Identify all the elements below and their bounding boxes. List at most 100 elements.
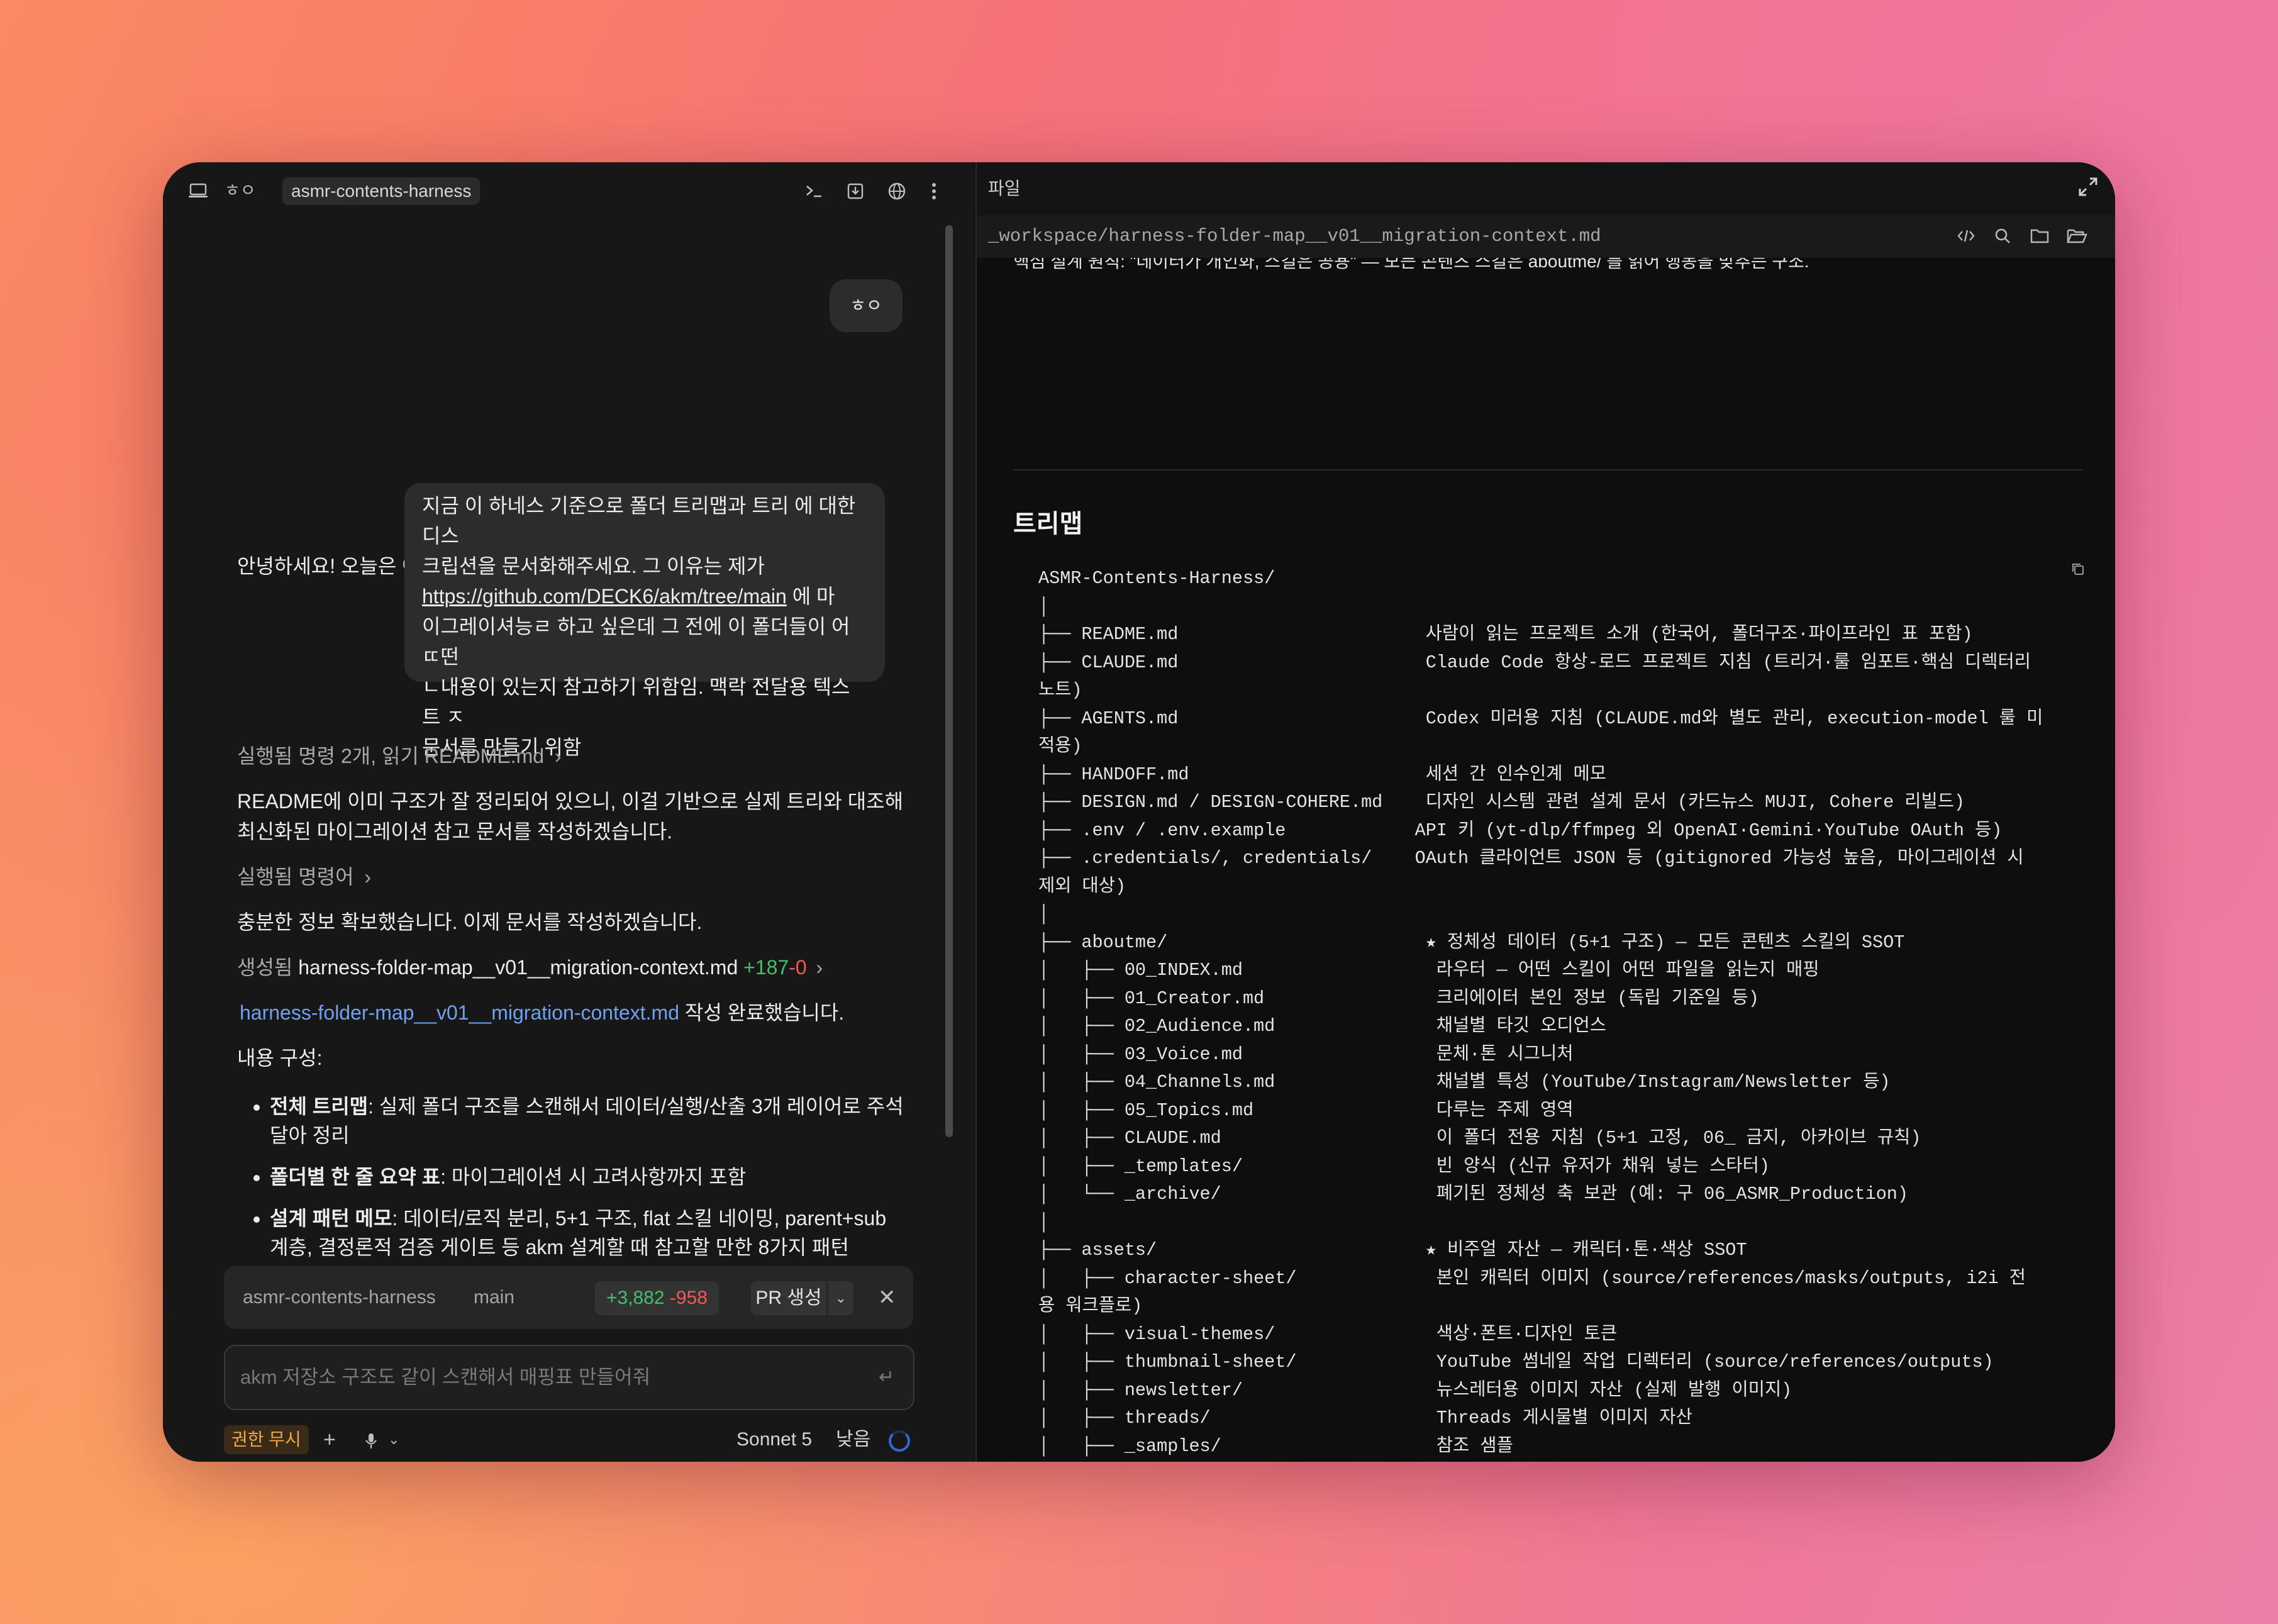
chat-input-placeholder: akm 저장소 구조도 같이 스캔해서 매핑표 만들어줘	[240, 1366, 651, 1388]
globe-icon[interactable]	[887, 162, 906, 219]
user-message-request: 지금 이 하네스 기준으로 폴더 트리맵과 트리 에 대한 디스 크립션을 문서…	[404, 483, 885, 759]
tool-step-collapsed[interactable]: 실행됨 명령 2개, 읽기 README.md ›	[237, 741, 562, 771]
tree-line: │ ├── threads/ Threads 게시물별 이미지 자산	[1038, 1408, 1692, 1428]
tree-line: │ ├── visual-themes/ 색상·폰트·디자인 토큰	[1038, 1323, 1618, 1345]
list-item: 설계 패턴 메모: 데이터/로직 분리, 5+1 구조, flat 스킬 네이밍…	[270, 1204, 936, 1262]
lines-deleted: -0	[789, 956, 807, 979]
tree-line: │	[1038, 1211, 1050, 1233]
tree-line: 제외 대상)	[1038, 876, 1126, 897]
tree-line: 노트)	[1038, 680, 1082, 701]
chevron-right-icon: ›	[816, 956, 823, 979]
user-message-line: 크립션을 문서화해주세요. 그 이유는 제가	[422, 555, 765, 577]
tree-line: │ └── _archive/ 폐기된 정체성 축 보관 (예: 구 06_AS…	[1038, 1184, 1908, 1204]
chevron-down-icon[interactable]: ⌄	[828, 1281, 853, 1315]
chat-topbar: ㅎㅇ asmr-contents-harness	[163, 162, 974, 219]
model-selector[interactable]: Sonnet 5	[736, 1420, 812, 1459]
chat-input[interactable]: akm 저장소 구조도 같이 스캔해서 매핑표 만들어줘 ↵	[224, 1345, 914, 1410]
expand-icon[interactable]	[2077, 176, 2099, 201]
permission-badge[interactable]: 권한 무시	[224, 1425, 309, 1454]
tree-line: │ ├── CLAUDE.md 이 폴더 전용 지침 (5+1 고정, 06_ …	[1038, 1128, 1921, 1148]
section-heading: 트리맵	[1013, 510, 1083, 538]
file-path-bar: _workspace/harness-folder-map__v01__migr…	[977, 215, 2115, 258]
tree-line: │ ├── thumbnail-sheet/ YouTube 썸네일 작업 디렉…	[1038, 1352, 1994, 1372]
user-message-line: 에 마	[786, 585, 835, 608]
file-viewer-header: 파일	[977, 162, 2115, 215]
chat-bottombar: 권한 무시 + ⌄ Sonnet 5 낮음	[163, 1420, 974, 1462]
tool-step-label: 실행됨 명령어	[237, 865, 354, 888]
close-icon[interactable]: ✕	[878, 1266, 896, 1329]
effort-selector[interactable]: 낮음	[836, 1420, 870, 1459]
assistant-message: harness-folder-map__v01__migration-conte…	[240, 998, 844, 1028]
app-window: ㅎㅇ asmr-contents-harness ㅎㅇ 안녕하세요! 오늘은 어…	[163, 162, 2115, 1462]
code-view-icon[interactable]	[1957, 226, 1975, 250]
tree-line: │	[1038, 596, 1050, 617]
tree-line: ├── aboutme/ ★ 정체성 데이터 (5+1 구조) — 모든 콘텐츠…	[1038, 932, 1905, 953]
laptop-icon[interactable]	[188, 162, 208, 219]
tree-line: │ ├── 05_Topics.md 다루는 주제 영역	[1038, 1099, 1574, 1121]
list-item: 전체 트리맵: 실제 폴더 구조를 스캔해서 데이터/실행/산출 3개 레이어로…	[270, 1092, 936, 1150]
chat-scrollbar[interactable]	[945, 225, 953, 1137]
chat-pane: ㅎㅇ asmr-contents-harness ㅎㅇ 안녕하세요! 오늘은 어…	[163, 162, 974, 1462]
workspace-short-label: ㅎㅇ	[225, 181, 256, 200]
tool-step-label: 실행됨 명령 2개, 읽기 README.md	[237, 745, 545, 767]
user-message-line: 이그레이셔능ㄹ 하고 싶은데 그 전에 이 폴더들이 어ㄸ떤	[422, 615, 850, 668]
assistant-line: 최신화된 마이그레이션 참고 문서를 작성하겠습니다.	[237, 820, 673, 843]
file-link[interactable]: harness-folder-map__v01__migration-conte…	[240, 1001, 679, 1024]
tree-line: 적용)	[1038, 736, 1082, 757]
copy-icon[interactable]	[2071, 562, 2085, 580]
panel-title: 파일	[988, 179, 1021, 198]
assistant-message: 충분한 정보 확보했습니다. 이제 문서를 작성하겠습니다.	[237, 911, 703, 933]
search-icon[interactable]	[1993, 226, 2012, 250]
contents-list: 전체 트리맵: 실제 폴더 구조를 스캔해서 데이터/실행/산출 3개 레이어로…	[245, 1092, 936, 1274]
assistant-line: README에 이미 구조가 잘 정리되어 있으니, 이걸 기반으로 실제 트리…	[237, 790, 904, 813]
user-message-line: 지금 이 하네스 기준으로 폴더 트리맵과 트리 에 대한 디스	[422, 494, 856, 547]
folder-tree-code-block: ASMR-Contents-Harness/ │ ├── README.md 사람이…	[1038, 565, 2043, 1462]
plus-icon[interactable]: +	[323, 1420, 336, 1459]
markdown-document[interactable]: 핵심 설계 원칙: "데이터가 개인화, 스킬은 공용" — 모든 콘텐츠 스킬…	[977, 258, 2115, 1462]
tree-line: ├── AGENTS.md Codex 미러용 지침 (CLAUDE.md와 별…	[1038, 708, 2043, 729]
repo-name: asmr-contents-harness	[243, 1287, 436, 1308]
diff-stats: +3,882 -958	[595, 1281, 719, 1315]
tree-line: 용 워크플로)	[1038, 1296, 1143, 1316]
branch-bar: asmr-contents-harness main +3,882 -958 P…	[224, 1266, 913, 1329]
more-vertical-icon[interactable]	[931, 162, 936, 219]
tree-line: ├── assets/ ★ 비주얼 자산 — 캐릭터·톤·색상 SSOT	[1038, 1240, 1747, 1260]
loading-spinner-icon	[889, 1430, 910, 1452]
tool-step-collapsed[interactable]: 실행됨 명령어 ›	[237, 862, 371, 892]
chat-transcript[interactable]: ㅎㅇ 안녕하세요! 오늘은 어떤 작업 도와드릴까요? 지금 이 하네스 기준으…	[163, 219, 952, 1351]
tree-line: │ ├── character-sheet/ 본인 캐릭터 이미지 (sourc…	[1038, 1267, 2026, 1289]
tree-line: ├── .credentials/, credentials/ OAuth 클라…	[1038, 848, 2024, 869]
tree-line: ├── .env / .env.example API 키 (yt-dlp/ff…	[1038, 820, 2003, 841]
contents-label: 내용 구성:	[237, 1047, 323, 1069]
folder-icon[interactable]	[2030, 226, 2050, 250]
assistant-line: 작성 완료했습니다.	[679, 1001, 845, 1024]
github-link[interactable]: https://github.com/DECK6/akm/tree/main	[422, 585, 787, 608]
tree-line: ASMR-Contents-Harness/	[1038, 568, 1275, 589]
user-message-line: ㄴ내용이 있는지 참고하기 위함임. 맥락 전달용 텍스트 ㅈ	[422, 676, 850, 728]
terminal-icon[interactable]	[804, 162, 823, 219]
file-path: _workspace/harness-folder-map__v01__migr…	[988, 226, 1601, 247]
file-viewer-pane: 파일 _workspace/harness-folder-map__v01__m…	[975, 162, 2115, 1462]
tree-line: │	[1038, 904, 1050, 925]
tree-line: │ ├── 01_Creator.md 크리에이터 본인 정보 (독립 기준일 …	[1038, 987, 1759, 1009]
tree-line: │ ├── newsletter/ 뉴스레터용 이미지 자산 (실제 발행 이미…	[1038, 1379, 1792, 1401]
microphone-icon[interactable]	[364, 1420, 378, 1459]
workspace-tag[interactable]: asmr-contents-harness	[282, 177, 481, 205]
user-message: ㅎㅇ	[830, 279, 903, 332]
chevron-down-icon[interactable]: ⌄	[388, 1420, 399, 1459]
tree-line: │ ├── _samples/ 참조 샘플	[1038, 1435, 1513, 1457]
divider	[1013, 469, 2082, 470]
tree-line: ├── README.md 사람이 읽는 프로젝트 소개 (한국어, 폴더구조·…	[1038, 624, 1973, 645]
create-pr-button[interactable]: PR 생성	[751, 1281, 826, 1315]
enter-icon[interactable]: ↵	[879, 1346, 894, 1409]
folder-open-icon[interactable]	[2066, 226, 2087, 250]
created-label: 생성됨	[237, 956, 293, 979]
branch-lines-added: +3,882	[606, 1288, 665, 1308]
archive-icon[interactable]	[847, 162, 864, 219]
file-created-step[interactable]: 생성됨 harness-folder-map__v01__migration-c…	[237, 952, 823, 982]
branch-lines-deleted: -958	[669, 1288, 708, 1308]
tree-line: │ ├── 02_Audience.md 채널별 타깃 오디언스	[1038, 1016, 1606, 1037]
branch-name[interactable]: main	[474, 1266, 514, 1329]
tree-line: ├── HANDOFF.md 세션 간 인수인계 메모	[1038, 764, 1606, 785]
tree-line: ├── CLAUDE.md Claude Code 항상-로드 프로젝트 지침 …	[1038, 652, 2031, 673]
